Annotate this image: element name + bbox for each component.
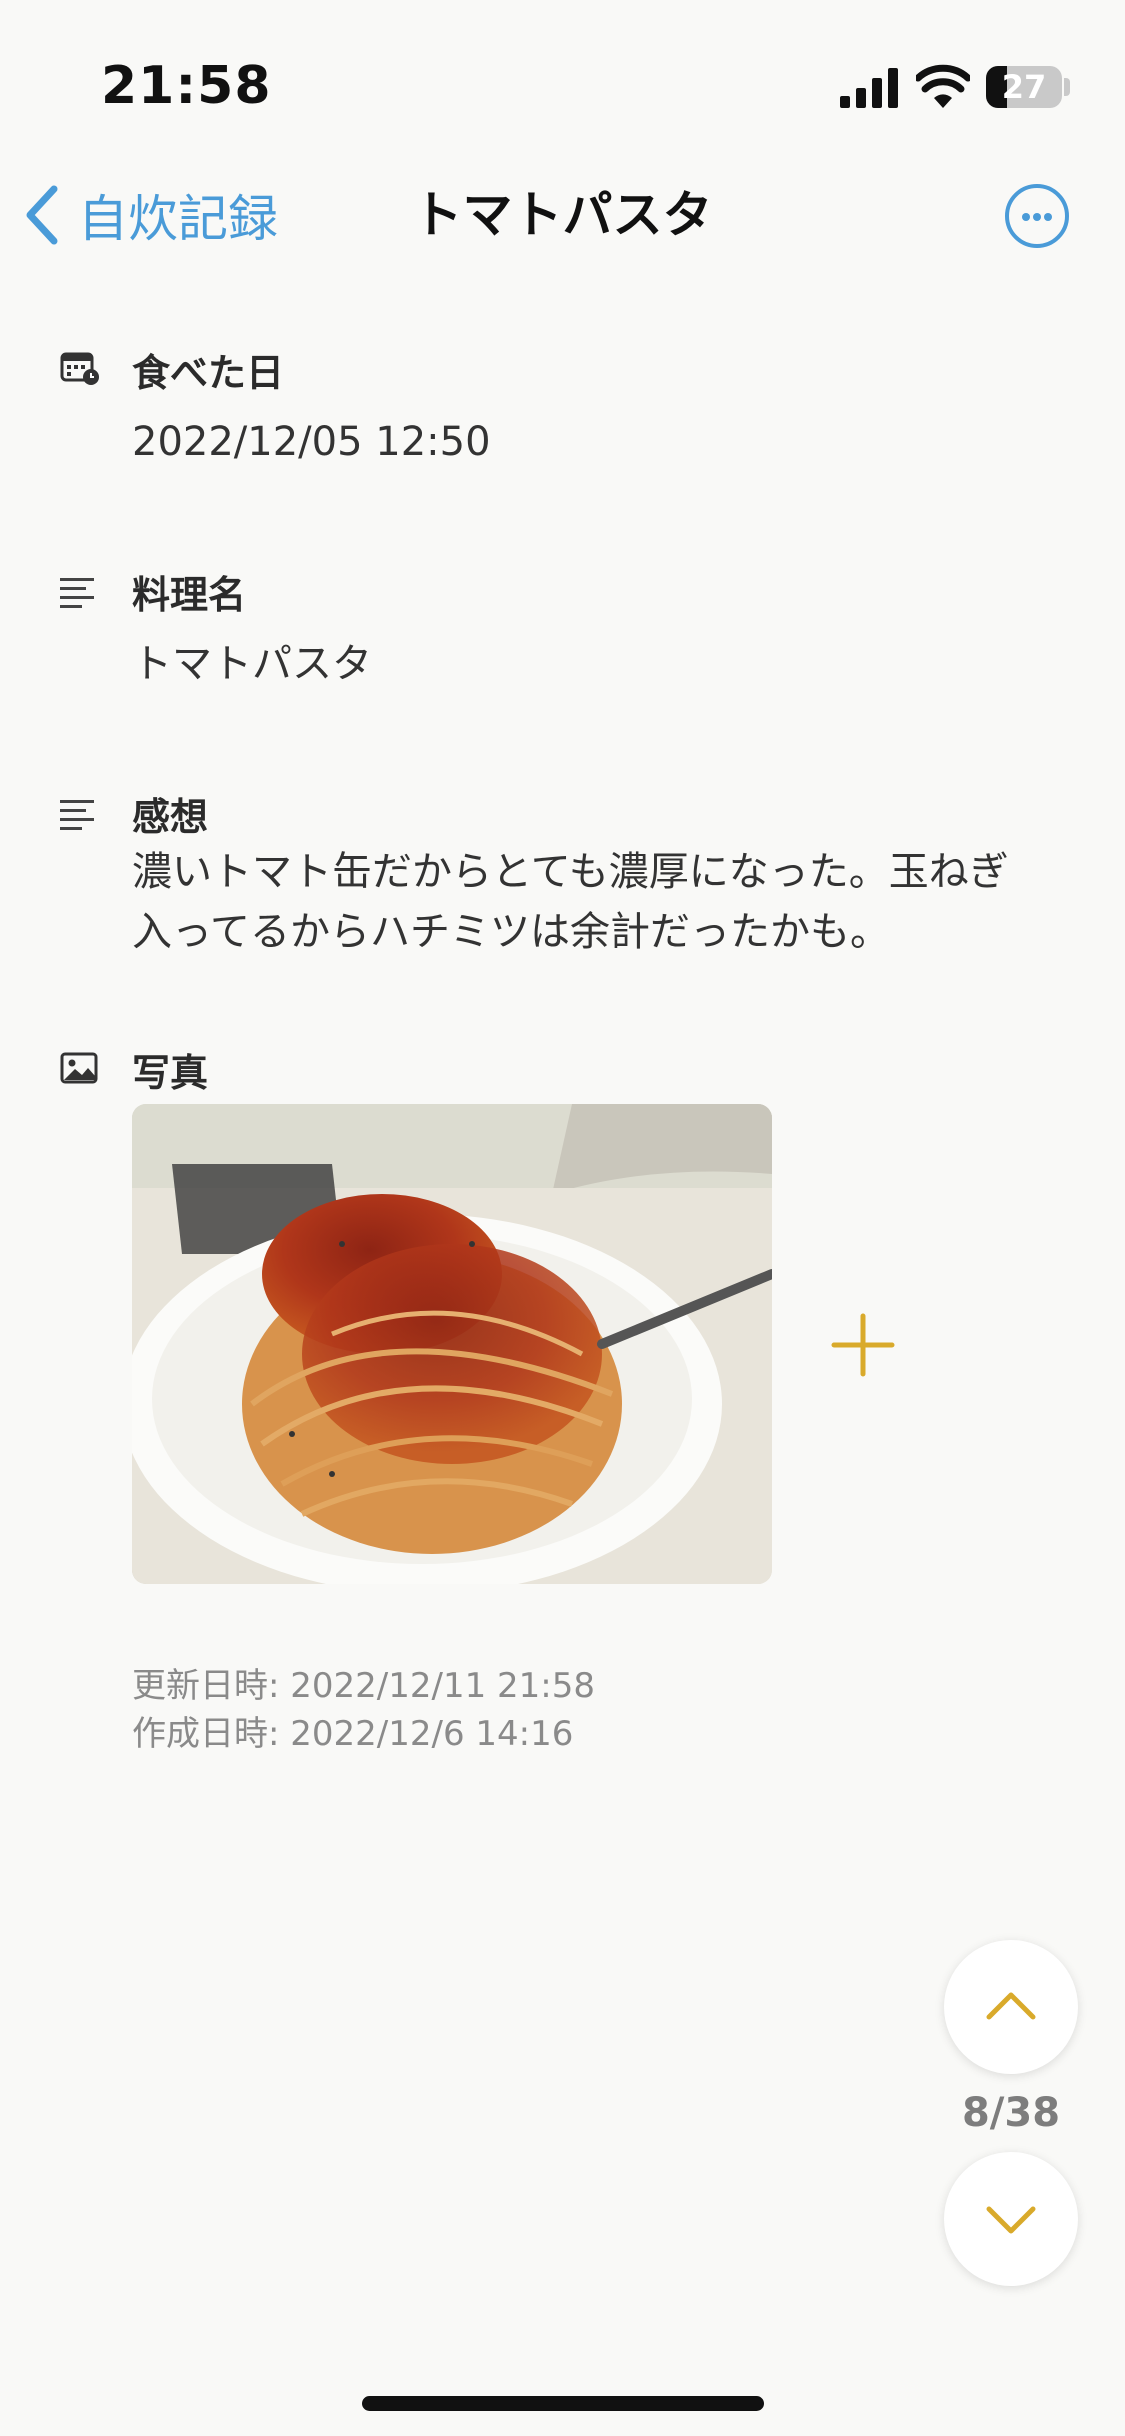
impression-line: 入ってるからハチミツは余計だったかも。 (132, 909, 890, 955)
calendar-clock-icon (60, 352, 99, 385)
wifi-icon (916, 64, 970, 108)
created-at: 作成日時: 2022/12/6 14:16 (132, 1714, 574, 1754)
next-record-button[interactable] (944, 2152, 1078, 2286)
more-options-button[interactable] (1005, 184, 1069, 248)
image-icon (60, 1052, 98, 1084)
updated-at: 更新日時: 2022/12/11 21:58 (132, 1666, 596, 1706)
battery-level: 27 (1001, 68, 1047, 106)
dish-name-value[interactable]: トマトパスタ (132, 634, 372, 694)
add-photo-button[interactable] (828, 1310, 898, 1380)
home-indicator (362, 2396, 764, 2411)
impression-line: 濃いトマト缶だからとても濃厚になった。玉ねぎ (132, 849, 1009, 895)
ellipsis-icon (1022, 213, 1030, 221)
date-value[interactable]: 2022/12/05 12:50 (132, 412, 491, 472)
impression-value[interactable]: 濃いトマト缶だからとても濃厚になった。玉ねぎ 入ってるからハチミツは余計だったか… (132, 842, 1009, 962)
cellular-signal-icon (840, 68, 898, 108)
dish-name-label: 料理名 (132, 573, 247, 617)
previous-record-button[interactable] (944, 1940, 1078, 2074)
pasta-photo-illustration (132, 1104, 772, 1584)
text-lines-icon (60, 800, 94, 830)
record-counter: 8/38 (961, 2090, 1061, 2136)
chevron-up-icon (986, 1992, 1036, 2020)
back-button-label: 自炊記録 (78, 190, 278, 248)
chevron-left-icon (26, 185, 58, 245)
impression-label: 感想 (132, 795, 209, 839)
date-label: 食べた日 (132, 351, 285, 395)
text-lines-icon (60, 578, 94, 608)
status-time: 21:58 (101, 56, 272, 116)
chevron-down-icon (986, 2206, 1036, 2234)
food-photo[interactable] (132, 1104, 772, 1584)
photo-label: 写真 (132, 1051, 209, 1095)
battery-indicator: 27 (986, 66, 1062, 108)
battery-cap (1064, 78, 1070, 96)
back-button[interactable]: 自炊記録 (22, 180, 278, 250)
